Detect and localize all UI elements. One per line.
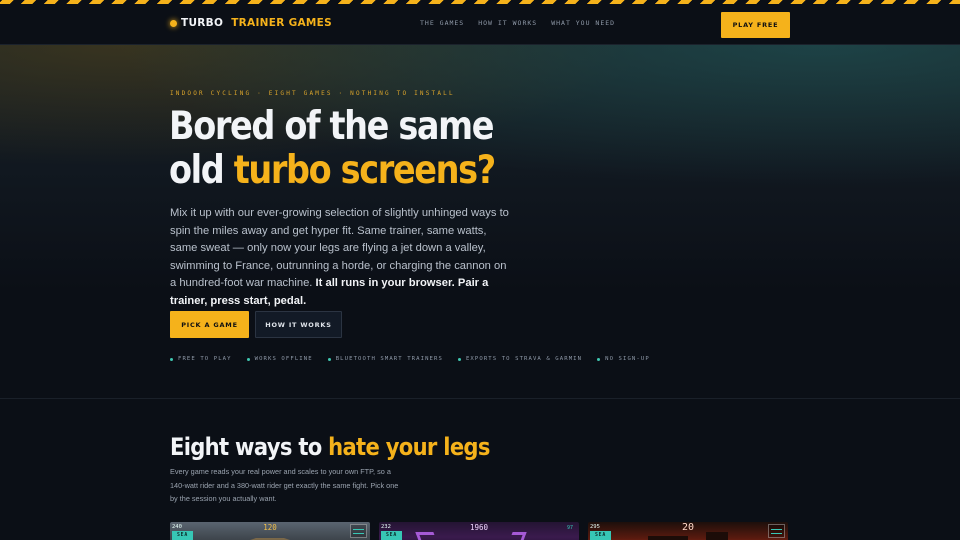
games-title-plain: Eight ways to [170, 433, 329, 461]
game-card-list: 240 SEA 120 232 SEA 1960 97 295 SEA 20 [170, 522, 788, 540]
hud-bar [353, 529, 364, 530]
hud-bar [771, 533, 782, 534]
card-score: 20 [681, 522, 695, 533]
game-card-preview[interactable]: 232 SEA 1960 97 [379, 522, 579, 540]
hero-section: INDOOR CYCLING · EIGHT GAMES · NOTHING T… [0, 45, 960, 399]
bullet-dot-icon [327, 357, 331, 361]
feature-list: FREE TO PLAY WORKS OFFLINE BLUETOOTH SMA… [170, 356, 650, 362]
feature-label: BLUETOOTH SMART TRAINERS [335, 356, 443, 362]
nav-link-the-games[interactable]: THE GAMES [420, 19, 464, 27]
neon-track-shape [415, 532, 441, 540]
nav-link-what-you-need[interactable]: WHAT YOU NEED [551, 19, 615, 27]
games-title-accent: hate your legs [328, 433, 490, 461]
feature-item: EXPORTS TO STRAVA & GARMIN [457, 356, 583, 362]
hero-title-line1: Bored of the same [169, 104, 495, 149]
hud-bar [353, 533, 364, 534]
feature-label: EXPORTS TO STRAVA & GARMIN [465, 356, 583, 362]
bullet-dot-icon [597, 357, 601, 361]
bullet-dot-icon [170, 357, 173, 361]
feature-item: FREE TO PLAY [170, 356, 232, 362]
feature-label: NO SIGN-UP [605, 356, 650, 362]
games-section-title: Eight ways to hate your legs [170, 432, 490, 462]
game-card-preview[interactable]: 295 SEA 20 [588, 522, 788, 540]
pick-a-game-button[interactable]: PICK A GAME [170, 311, 249, 338]
brand-dot-icon [170, 19, 177, 27]
card-hud-panel [768, 524, 785, 538]
hud-bar [771, 529, 782, 530]
feature-item: WORKS OFFLINE [246, 356, 313, 362]
brand-logo[interactable]: TURBO TRAINER GAMES [170, 17, 332, 29]
how-it-works-button[interactable]: HOW IT WORKS [255, 311, 342, 338]
games-section-subtitle: Every game reads your real power and sca… [170, 467, 399, 503]
neon-track-shape [505, 532, 527, 540]
brand-name-part2: TRAINER GAMES [231, 17, 333, 29]
brand-name-part1: TURBO [181, 17, 224, 29]
game-card-preview[interactable]: 240 SEA 120 [170, 522, 370, 540]
hero-title-line2-plain: old [169, 148, 234, 193]
building-silhouette-shape [648, 536, 688, 540]
card-score: 1960 [469, 523, 489, 532]
card-tag-badge: SEA [172, 531, 193, 540]
card-hud-value: 97 [566, 525, 573, 531]
card-tag-badge: SEA [381, 531, 402, 540]
hero-title: Bored of the same old turbo screens? [169, 105, 530, 193]
card-hud-panel [350, 524, 367, 538]
hero-eyebrow: INDOOR CYCLING · EIGHT GAMES · NOTHING T… [170, 90, 455, 97]
feature-label: FREE TO PLAY [178, 356, 232, 362]
card-score: 120 [263, 523, 277, 532]
feature-item: BLUETOOTH SMART TRAINERS [327, 356, 443, 362]
top-nav-bar: TURBO TRAINER GAMES THE GAMES HOW IT WOR… [0, 4, 960, 45]
bullet-dot-icon [246, 357, 250, 361]
feature-item: NO SIGN-UP [597, 356, 650, 362]
bullet-dot-icon [457, 357, 461, 361]
nav-link-how-it-works[interactable]: HOW IT WORKS [478, 19, 537, 27]
main-nav: THE GAMES HOW IT WORKS WHAT YOU NEED [420, 19, 615, 27]
play-free-button[interactable]: PLAY FREE [721, 12, 790, 38]
hero-title-accent: turbo screens? [233, 148, 496, 193]
building-silhouette-shape [706, 532, 728, 540]
hero-lead: Mix it up with our ever-growing selectio… [170, 205, 515, 311]
feature-label: WORKS OFFLINE [254, 356, 313, 362]
